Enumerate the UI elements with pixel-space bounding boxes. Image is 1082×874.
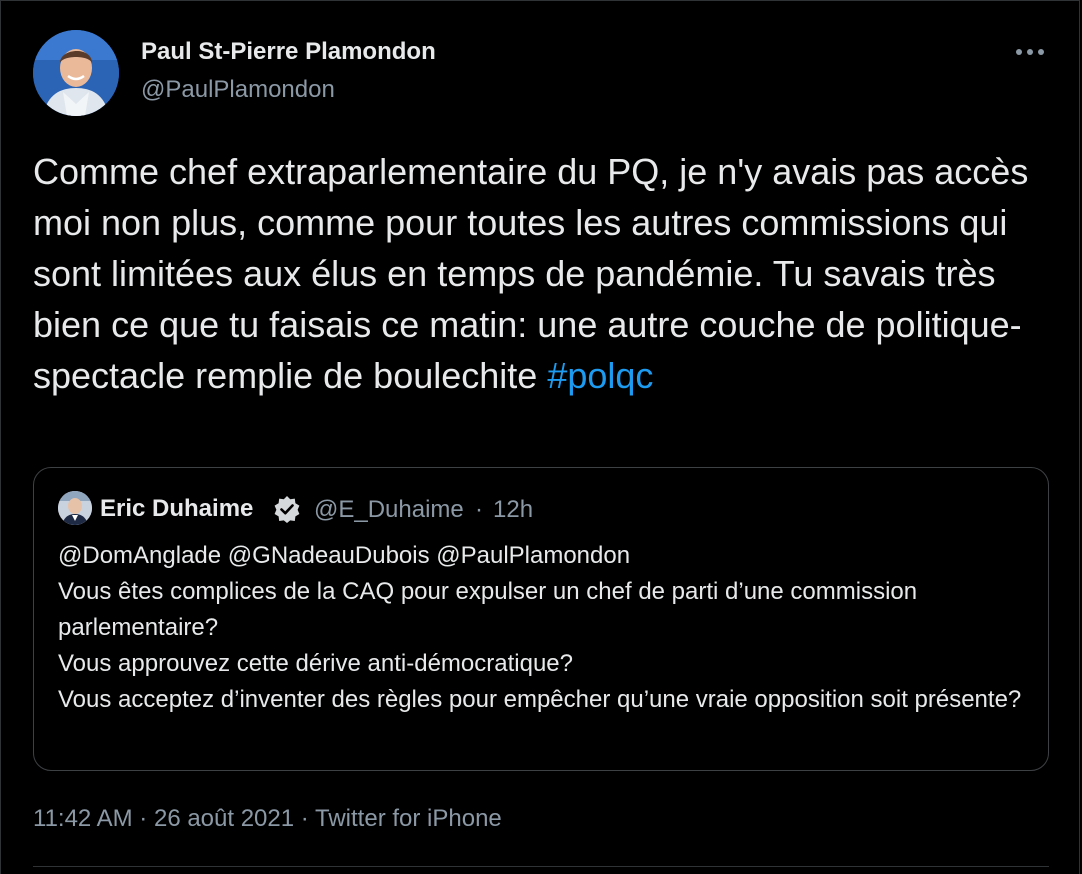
quoted-tweet-text: @DomAnglade @GNadeauDubois @PaulPlamondo… <box>58 538 1033 718</box>
quoted-line: Vous êtes complices de la CAQ pour expul… <box>58 578 918 641</box>
quoted-author-avatar <box>58 491 92 525</box>
tweet-metadata: 11:42 AM · 26 août 2021 · Twitter for iP… <box>33 805 502 833</box>
tweet-source[interactable]: Twitter for iPhone <box>315 805 502 832</box>
quoted-line: @DomAnglade @GNadeauDubois @PaulPlamondo… <box>58 542 631 569</box>
author-handle[interactable]: @PaulPlamondon <box>141 76 335 104</box>
meta-separator: · <box>300 805 309 832</box>
tweet-time[interactable]: 11:42 AM <box>33 805 133 832</box>
quoted-author-name[interactable]: Eric Duhaime <box>100 495 253 523</box>
quoted-line: Vous approuvez cette dérive anti-démocra… <box>58 650 573 677</box>
meta-separator: · <box>139 805 148 832</box>
quoted-line: Vous acceptez d’inventer des règles pour… <box>58 686 1022 713</box>
hashtag-link[interactable]: #polqc <box>547 355 653 396</box>
tweet-body: Comme chef extraparlementaire du PQ, je … <box>33 151 1029 396</box>
divider <box>33 866 1049 867</box>
author-avatar[interactable] <box>33 30 119 116</box>
verified-badge-icon <box>273 495 301 523</box>
tweet-text: Comme chef extraparlementaire du PQ, je … <box>33 146 1063 401</box>
tweet-date[interactable]: 26 août 2021 <box>154 805 294 832</box>
quoted-tweet-card[interactable]: Eric Duhaime @E_Duhaime · 12h @DomAnglad… <box>33 467 1049 771</box>
author-name[interactable]: Paul St-Pierre Plamondon <box>141 38 436 66</box>
quoted-author-handle[interactable]: @E_Duhaime <box>314 496 464 524</box>
more-options-icon[interactable] <box>1012 40 1048 64</box>
quoted-timestamp[interactable]: 12h <box>493 496 533 524</box>
quoted-separator: · <box>475 496 483 523</box>
